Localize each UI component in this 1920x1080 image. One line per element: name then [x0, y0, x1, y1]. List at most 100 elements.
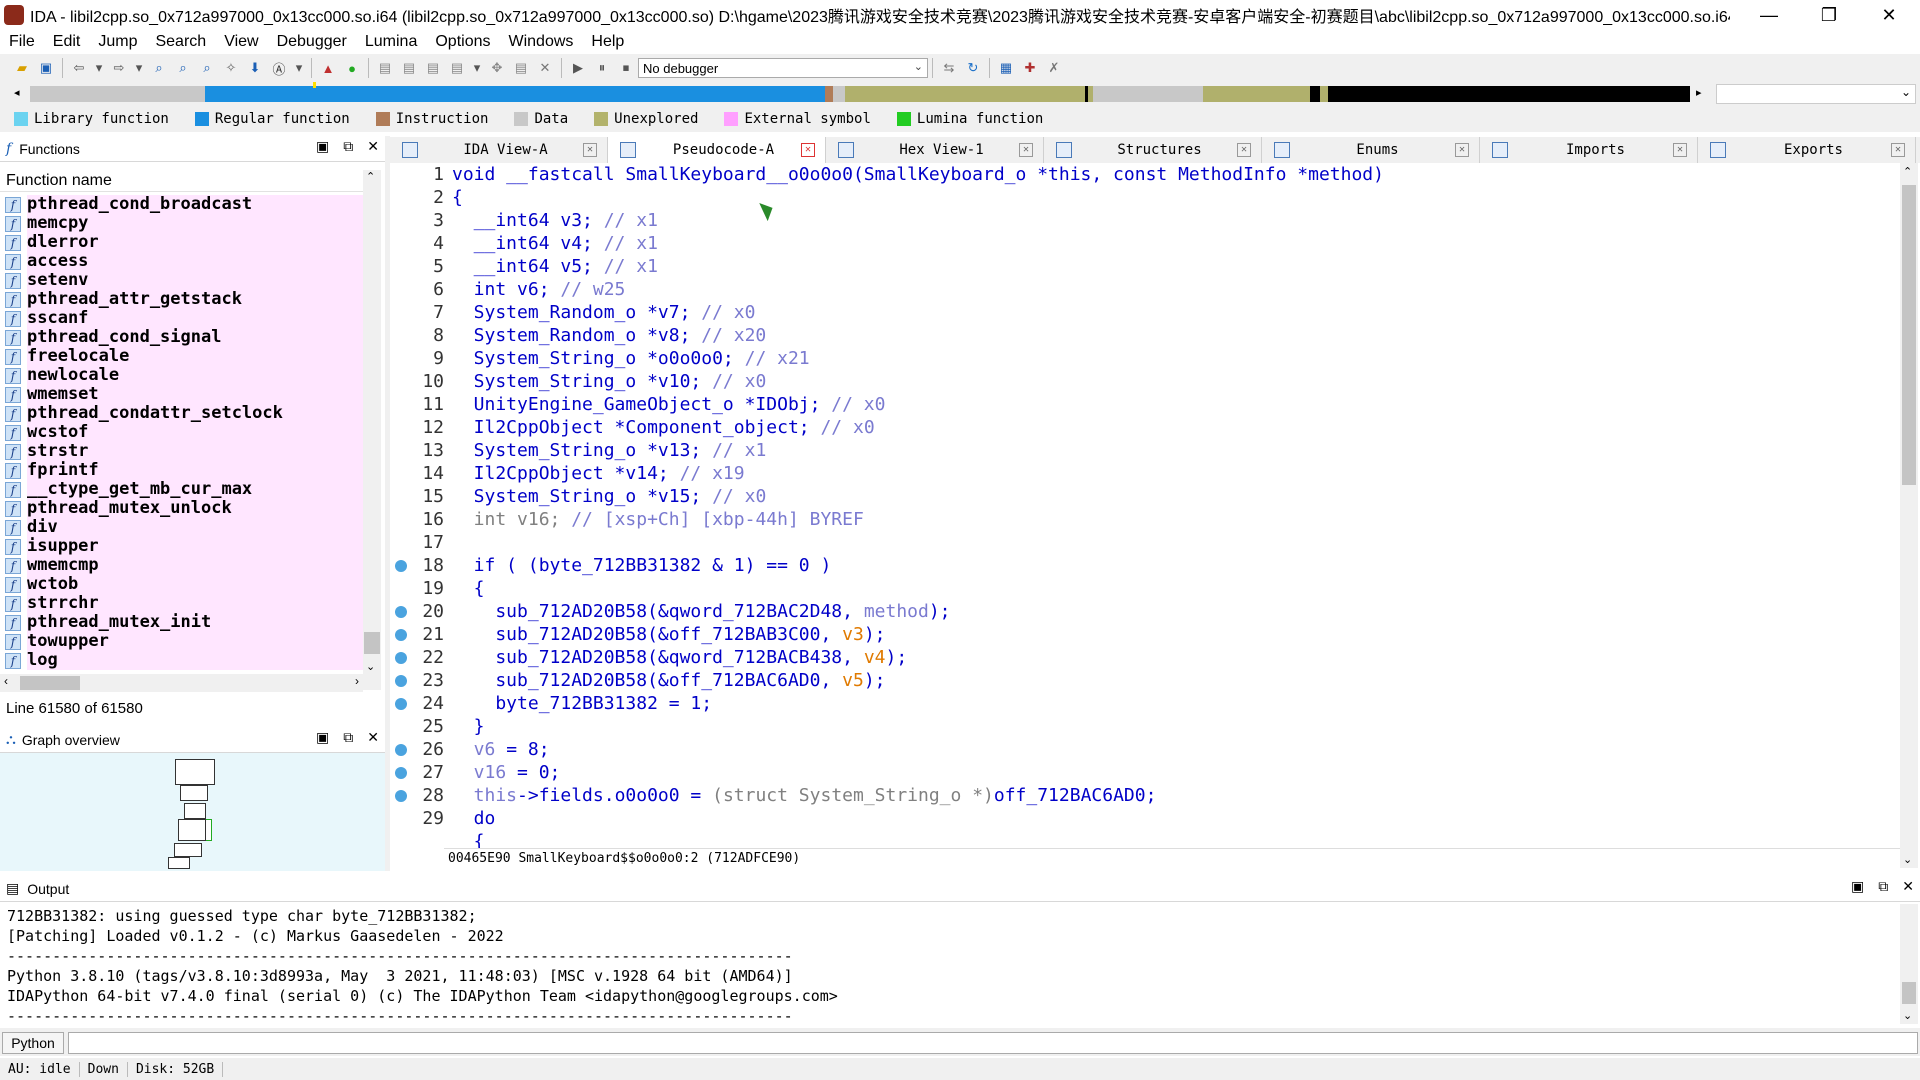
maximize-button[interactable]: ❐ [1800, 0, 1858, 30]
text-search-icon[interactable]: ⌕ [173, 58, 193, 78]
menu-edit[interactable]: Edit [44, 33, 90, 51]
function-list-item[interactable]: f pthread_attr_getstack [0, 290, 365, 309]
nav-dropdown[interactable]: ⌄ [1716, 84, 1916, 104]
image-icon[interactable]: ▲ [318, 58, 338, 78]
panel-close-icon[interactable]: ✕ [367, 138, 379, 155]
code-line[interactable]: 24 byte_712BB31382 = 1; [390, 692, 1900, 715]
function-list-item[interactable]: f sscanf [0, 309, 365, 328]
menu-file[interactable]: File [0, 33, 44, 51]
breakpoint-gutter[interactable] [390, 761, 412, 784]
play-icon[interactable]: ▶ [568, 58, 588, 78]
code-line[interactable]: 14 Il2CppObject *v14; // x19 [390, 462, 1900, 485]
code-line[interactable]: 12 Il2CppObject *Component_object; // x0 [390, 416, 1900, 439]
menu-search[interactable]: Search [146, 33, 215, 51]
breakpoint-gutter[interactable] [390, 807, 412, 830]
code-vertical-scrollbar[interactable]: ⌃ ⌄ [1900, 163, 1918, 868]
scroll-down-icon[interactable]: ⌄ [1903, 853, 1912, 866]
define-string-icon[interactable]: ▤ [423, 58, 443, 78]
pause-icon[interactable]: ⏸ [592, 58, 612, 78]
function-list-item[interactable]: f pthread_mutex_init [0, 613, 365, 632]
code-line[interactable]: 27 v16 = 0; [390, 761, 1900, 784]
close-button[interactable]: ✕ [1860, 0, 1918, 30]
function-list-item[interactable]: f memcpy [0, 214, 365, 233]
tab-structures[interactable]: Structures ✕ [1044, 137, 1262, 163]
breakpoint-gutter[interactable] [390, 186, 412, 209]
search-next-icon[interactable]: ⌕ [197, 58, 217, 78]
minimize-button[interactable]: — [1740, 0, 1798, 30]
code-line[interactable]: 13 System_String_o *v13; // x1 [390, 439, 1900, 462]
cli-language-button[interactable]: Python [2, 1032, 64, 1054]
breakpoint-gutter[interactable] [390, 347, 412, 370]
menu-help[interactable]: Help [582, 33, 633, 51]
function-list-item[interactable]: f wmemcmp [0, 556, 365, 575]
add-breakpoint-icon[interactable]: ✚ [1020, 58, 1040, 78]
tab-close-icon[interactable]: ✕ [583, 143, 597, 157]
output-vertical-scrollbar[interactable]: ⌄ [1900, 904, 1918, 1024]
code-line[interactable]: 17 [390, 531, 1900, 554]
function-list-item[interactable]: f log [0, 651, 365, 670]
code-line[interactable]: 3 __int64 v3; // x1 [390, 209, 1900, 232]
breakpoint-gutter[interactable] [390, 784, 412, 807]
menu-lumina[interactable]: Lumina [356, 33, 426, 51]
function-list-item[interactable]: f wmemset [0, 385, 365, 404]
function-name-column-header[interactable]: Function name [0, 170, 365, 192]
output-log[interactable]: 712BB31382: using guessed type char byte… [0, 906, 1920, 1025]
tab-close-icon[interactable]: ✕ [801, 143, 815, 157]
code-line[interactable]: 23 sub_712AD20B58(&off_712BAC6AD0, v5); [390, 669, 1900, 692]
breakpoint-gutter[interactable] [390, 416, 412, 439]
breakpoint-gutter[interactable] [390, 209, 412, 232]
scroll-up-icon[interactable]: ⌃ [1903, 165, 1912, 178]
breakpoint-gutter[interactable] [390, 485, 412, 508]
text-format-icon[interactable]: Ⓐ [269, 58, 289, 78]
function-list-item[interactable]: f __ctype_get_mb_cur_max [0, 480, 365, 499]
code-line[interactable]: 4 __int64 v4; // x1 [390, 232, 1900, 255]
panel-float-icon[interactable]: ⧉ [1878, 878, 1888, 895]
define-array-icon[interactable]: ▤ [447, 58, 467, 78]
function-list-item[interactable]: f fprintf [0, 461, 365, 480]
breakpoint-gutter[interactable] [390, 393, 412, 416]
code-line[interactable]: 28 this->fields.o0o0o0 = (struct System_… [390, 784, 1900, 807]
breakpoint-gutter[interactable] [390, 623, 412, 646]
panel-maximize-icon[interactable]: ▣ [316, 138, 329, 155]
binary-search-icon[interactable]: ⌕ [149, 58, 169, 78]
tab-exports[interactable]: Exports ✕ [1698, 137, 1916, 163]
cli-command-input[interactable] [68, 1032, 1918, 1054]
panel-float-icon[interactable]: ⧉ [343, 138, 353, 155]
scroll-thumb[interactable] [20, 676, 80, 690]
breakpoint-gutter[interactable] [390, 508, 412, 531]
function-list-item[interactable]: f pthread_condattr_setclock [0, 404, 365, 423]
function-list-item[interactable]: f wcstof [0, 423, 365, 442]
breakpoint-gutter[interactable] [390, 738, 412, 761]
code-line[interactable]: 25 } [390, 715, 1900, 738]
breakpoint-gutter[interactable] [390, 646, 412, 669]
tab-close-icon[interactable]: ✕ [1237, 143, 1251, 157]
panel-close-icon[interactable]: ✕ [367, 729, 379, 746]
panel-maximize-icon[interactable]: ▣ [1851, 878, 1864, 895]
code-line[interactable]: 20 sub_712AD20B58(&qword_712BAC2D48, met… [390, 600, 1900, 623]
chevron-down-icon[interactable]: ▾ [93, 58, 105, 78]
green-circle-icon[interactable]: ● [342, 58, 362, 78]
function-list-item[interactable]: f setenv [0, 271, 365, 290]
code-line[interactable]: 7 System_Random_o *v7; // x0 [390, 301, 1900, 324]
undefine-icon[interactable]: ✕ [535, 58, 555, 78]
back-arrow-icon[interactable]: ⇦ [69, 58, 89, 78]
breakpoint-gutter[interactable] [390, 370, 412, 393]
define-data-icon[interactable]: ▤ [399, 58, 419, 78]
tab-close-icon[interactable]: ✕ [1455, 143, 1469, 157]
function-list-item[interactable]: f pthread_cond_signal [0, 328, 365, 347]
chevron-down-icon[interactable]: ▾ [133, 58, 145, 78]
nav-right-arrow-icon[interactable]: ▸ [1696, 86, 1702, 99]
graph-overview-canvas[interactable] [0, 753, 385, 871]
code-line[interactable]: 21 sub_712AD20B58(&off_712BAB3C00, v3); [390, 623, 1900, 646]
breakpoint-gutter[interactable] [390, 301, 412, 324]
code-line[interactable]: 10 System_String_o *v10; // x0 [390, 370, 1900, 393]
breakpoint-list-icon[interactable]: ▦ [996, 58, 1016, 78]
breakpoint-gutter[interactable] [390, 324, 412, 347]
navigation-band[interactable] [30, 82, 1690, 102]
code-line[interactable]: 6 int v6; // w25 [390, 278, 1900, 301]
menu-jump[interactable]: Jump [89, 33, 146, 51]
breakpoint-gutter[interactable] [390, 830, 412, 853]
function-list-item[interactable]: f access [0, 252, 365, 271]
functions-horizontal-scrollbar[interactable]: ‹ › [0, 674, 363, 692]
remove-breakpoint-icon[interactable]: ✗ [1044, 58, 1064, 78]
